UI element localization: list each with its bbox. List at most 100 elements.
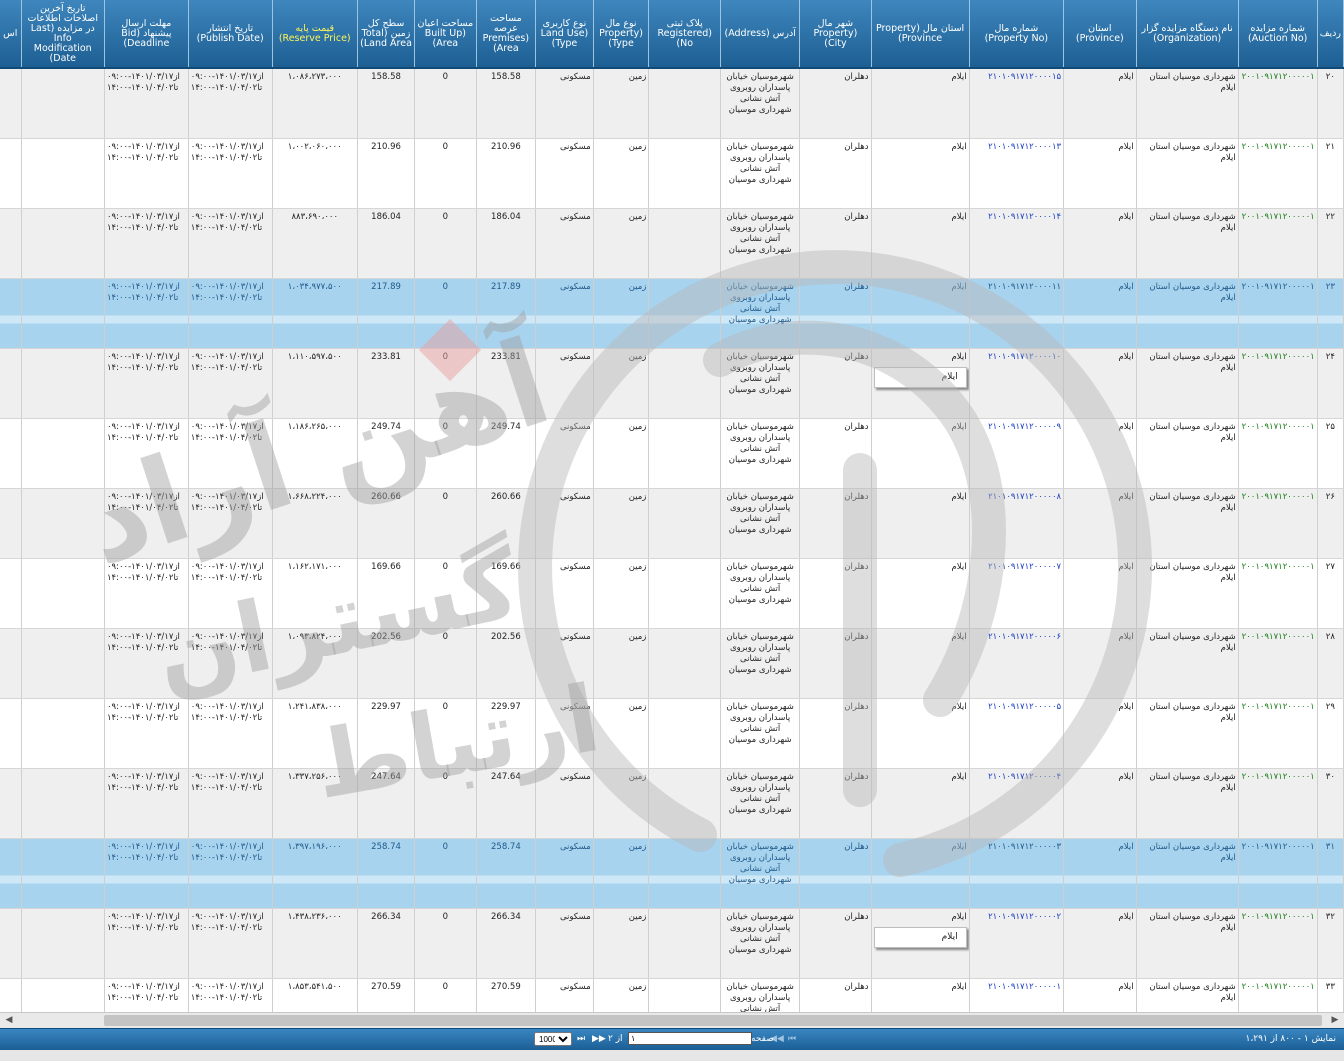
cell-property-province-text: ایلام [951,212,967,222]
cell-property-city-text: دهلران [844,422,869,432]
cell-publish-date: از۱۴۰۱/۰۳/۱۷-۰۹:۰۰ تا۱۴۰۱/۰۴/۰۲-۱۴:۰۰ [188,138,273,209]
cell-row-no: ۲۲ [1317,208,1344,279]
scroll-right-icon[interactable]: ▶ [1328,1014,1342,1027]
cell-province-text: ایلام [1118,282,1134,292]
page-size-select[interactable]: 1000 [534,1032,572,1046]
col-header-property-no[interactable]: شماره مال (Property No) [969,0,1065,69]
cell-property-type-text: زمین [628,72,647,82]
scroll-left-icon[interactable]: ◀ [2,1014,16,1027]
cell-property-city: دهلران [799,838,872,909]
col-header-land-use[interactable]: نوع کاربری (Land Use Type) [535,0,594,69]
cell-property-city: دهلران [799,208,872,279]
cell-premises-area-text: 202.56 [491,632,521,642]
col-header-organization[interactable]: نام دستگاه مزایده گزار (Organization) [1136,0,1239,69]
cell-address-text: شهرموسیان خیابان پاسداران روبروی آتش نشا… [726,352,794,395]
cell-auction-no: ۲۰۰۱۰۹۱۷۱۲۰۰۰۰۰۱ [1238,908,1318,979]
col-header-address[interactable]: آدرس (Address) [720,0,801,69]
table-row[interactable]: ۲۷ ۲۰۰۱۰۹۱۷۱۲۰۰۰۰۰۱ شهرداری موسیان استان ا… [0,558,1344,629]
col-header-registered-no[interactable]: پلاک ثبتی (Registered No) [648,0,722,69]
col-header-premises-area[interactable]: مساحت عرصه (Premises Area) [476,0,537,69]
col-header-auction-no[interactable]: شماره مزایده (Auction No) [1238,0,1318,69]
cell-deadline: از۱۴۰۱/۰۳/۱۷-۰۹:۰۰ تا۱۴۰۱/۰۴/۰۲-۱۴:۰۰ [104,348,189,419]
cell-property-city: دهلران [799,138,872,209]
cell-row-no-text: ۲۳ [1325,282,1335,292]
cell-registered-no [648,348,722,419]
col-header-row-no[interactable]: ردیف [1317,0,1344,69]
cell-premises-area-text: 266.34 [491,912,521,922]
cell-publish-date: از۱۴۰۱/۰۳/۱۷-۰۹:۰۰ تا۱۴۰۱/۰۴/۰۲-۱۴:۰۰ [188,278,273,349]
cell-property-province-text: ایلام [951,982,967,992]
cell-total-land-area-text: 186.04 [371,212,401,222]
table-row[interactable]: ۳۱ ۲۰۰۱۰۹۱۷۱۲۰۰۰۰۰۱ شهرداری موسیان استان ا… [0,838,1344,909]
cell-deadline: از۱۴۰۱/۰۳/۱۷-۰۹:۰۰ تا۱۴۰۱/۰۴/۰۲-۱۴:۰۰ [104,698,189,769]
cell-premises-area-text: 270.59 [491,982,521,992]
table-row[interactable]: ۲۸ ۲۰۰۱۰۹۱۷۱۲۰۰۰۰۰۱ شهرداری موسیان استان ا… [0,628,1344,699]
cell-property-city-text: دهلران [844,562,869,572]
cell-deadline-text: از۱۴۰۱/۰۳/۱۷-۰۹:۰۰ تا۱۴۰۱/۰۴/۰۲-۱۴:۰۰ [106,842,180,863]
cell-last-modification [21,978,105,1012]
col-header-property-type[interactable]: نوع مال (Property Type) [593,0,650,69]
cell-total-land-area: 266.34 [357,908,416,979]
cell-auction-no-text: ۲۰۰۱۰۹۱۷۱۲۰۰۰۰۰۱ [1241,142,1315,152]
cell-organization: شهرداری موسیان استان ایلام [1136,418,1239,489]
cell-total-land-area-text: 158.58 [371,72,401,82]
cell-land-use: مسکونی [535,68,594,139]
table-row[interactable]: ۲۵ ۲۰۰۱۰۹۱۷۱۲۰۰۰۰۰۱ شهرداری موسیان استان ا… [0,418,1344,489]
col-header-built-up-area[interactable]: مساحت اعیان (Built Up Area) [414,0,477,69]
cell-row-no: ۲۰ [1317,68,1344,139]
table-row[interactable]: ۲۴ ۲۰۰۱۰۹۱۷۱۲۰۰۰۰۰۱ شهرداری موسیان استان ا… [0,348,1344,419]
last-page-icon[interactable]: ⏭ [577,1034,585,1044]
cell-province-text: ایلام [1118,702,1134,712]
cell-organization-text: شهرداری موسیان استان ایلام [1149,982,1236,1003]
cell-land-use-text: مسکونی [559,912,591,922]
col-header-reserve-price[interactable]: قیمت پایه (Reserve Price) [272,0,358,69]
cell-total-land-area-text: 233.81 [371,352,401,362]
cell-organization-text: شهرداری موسیان استان ایلام [1149,422,1236,443]
cell-address-text: شهرموسیان خیابان پاسداران روبروی آتش نشا… [726,632,794,675]
cell-total-land-area-text: 247.64 [371,772,401,782]
col-header-deadline[interactable]: مهلت ارسال پیشنهاد (Bid Deadline) [104,0,189,69]
table-row[interactable]: ۳۲ ۲۰۰۱۰۹۱۷۱۲۰۰۰۰۰۱ شهرداری موسیان استان ا… [0,908,1344,979]
cell-premises-area: 249.74 [476,418,537,489]
first-page-icon[interactable]: ⏮ [788,1034,796,1044]
next-page-icon[interactable]: ▶▶ [592,1034,606,1044]
table-row[interactable]: ۲۲ ۲۰۰۱۰۹۱۷۱۲۰۰۰۰۰۱ شهرداری موسیان استان ا… [0,208,1344,279]
cell-address: شهرموسیان خیابان پاسداران روبروی آتش نشا… [720,208,801,279]
cell-property-city: دهلران [799,978,872,1012]
cell-property-type-text: زمین [628,702,647,712]
page-number-input[interactable] [628,1032,752,1045]
cell-organization: شهرداری موسیان استان ایلام [1136,908,1239,979]
cell-property-province: ایلام [871,698,970,769]
cell-auction-no-text: ۲۰۰۱۰۹۱۷۱۲۰۰۰۰۰۱ [1241,422,1315,432]
table-row[interactable]: ۲۱ ۲۰۰۱۰۹۱۷۱۲۰۰۰۰۰۱ شهرداری موسیان استان ا… [0,138,1344,209]
cell-address: شهرموسیان خیابان پاسداران روبروی آتش نشا… [720,558,801,629]
cell-address-text: شهرموسیان خیابان پاسداران روبروی آتش نشا… [726,142,794,185]
cell-property-type-text: زمین [628,142,647,152]
col-header-property-city[interactable]: شهر مال (Property City) [799,0,872,69]
cell-extra [0,978,22,1012]
col-header-extra[interactable]: اس [0,0,22,69]
cell-property-no: ۲۱۰۱۰۹۱۷۱۲۰۰۰۰۰۹ [969,418,1065,489]
cell-reserve-price: ۱،۱۱۰،۵۹۷،۵۰۰ [272,348,358,419]
horizontal-scrollbar[interactable]: ◀ ▶ [0,1012,1344,1028]
col-header-total-land-area[interactable]: سطح کل زمین (Total Land Area) [357,0,416,69]
cell-row-no-text: ۲۵ [1325,422,1335,432]
cell-property-city-text: دهلران [844,842,869,852]
table-row[interactable]: ۲۹ ۲۰۰۱۰۹۱۷۱۲۰۰۰۰۰۱ شهرداری موسیان استان ا… [0,698,1344,769]
col-header-publish-date[interactable]: تاریخ انتشار (Publish Date) [188,0,273,69]
table-row[interactable]: ۲۳ ۲۰۰۱۰۹۱۷۱۲۰۰۰۰۰۱ شهرداری موسیان استان ا… [0,278,1344,349]
col-header-last-modification[interactable]: تاریخ آخرین اصلاحات اطلاعات در مزایده (L… [21,0,105,69]
col-header-property-province[interactable]: استان مال (Property Province) [871,0,970,69]
table-row[interactable]: ۲۶ ۲۰۰۱۰۹۱۷۱۲۰۰۰۰۰۱ شهرداری موسیان استان ا… [0,488,1344,559]
cell-property-city-text: دهلران [844,142,869,152]
table-row[interactable]: ۲۰ ۲۰۰۱۰۹۱۷۱۲۰۰۰۰۰۱ شهرداری موسیان استان ا… [0,68,1344,139]
cell-last-modification [21,348,105,419]
table-row[interactable]: ۳۰ ۲۰۰۱۰۹۱۷۱۲۰۰۰۰۰۱ شهرداری موسیان استان ا… [0,768,1344,839]
cell-property-city-text: دهلران [844,912,869,922]
cell-property-type: زمین [593,978,650,1012]
table-row[interactable]: ۳۳ ۲۰۰۱۰۹۱۷۱۲۰۰۰۰۰۱ شهرداری موسیان استان ا… [0,978,1344,1012]
scrollbar-thumb[interactable] [104,1015,1322,1026]
col-header-province[interactable]: استان (Province) [1063,0,1137,69]
cell-organization-text: شهرداری موسیان استان ایلام [1149,842,1236,863]
cell-publish-date-text: از۱۴۰۱/۰۳/۱۷-۰۹:۰۰ تا۱۴۰۱/۰۴/۰۲-۱۴:۰۰ [190,212,264,233]
